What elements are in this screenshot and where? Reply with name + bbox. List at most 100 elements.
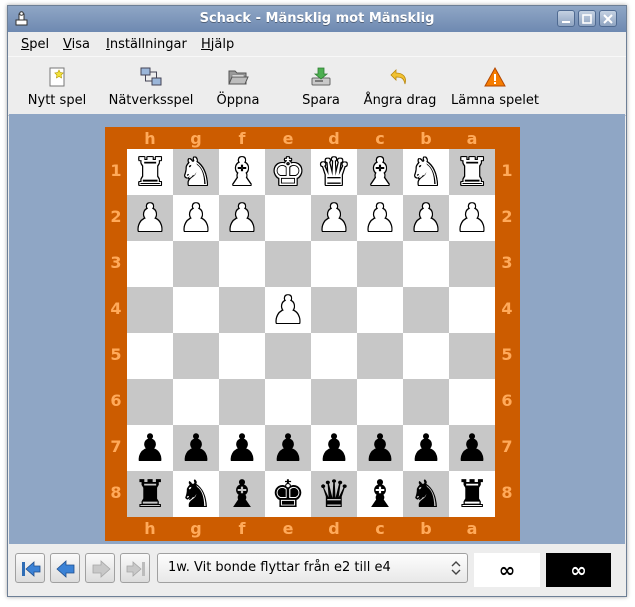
- board-square-h3[interactable]: [127, 241, 173, 287]
- board-square-c5[interactable]: [357, 333, 403, 379]
- white-knight-icon[interactable]: ♞: [403, 149, 449, 195]
- white-pawn-icon[interactable]: ♟: [449, 195, 495, 241]
- last-move-button[interactable]: [120, 553, 150, 583]
- network-game-button[interactable]: Nätverksspel: [104, 57, 198, 115]
- white-pawn-icon[interactable]: ♟: [173, 195, 219, 241]
- black-pawn-icon[interactable]: ♟: [311, 425, 357, 471]
- white-queen-icon[interactable]: ♛: [311, 149, 357, 195]
- menu-installningar[interactable]: Inställningar: [106, 37, 187, 52]
- black-pawn-icon[interactable]: ♟: [357, 425, 403, 471]
- next-move-button[interactable]: [85, 553, 115, 583]
- new-game-button[interactable]: Nytt spel: [20, 57, 94, 115]
- black-rook-icon[interactable]: ♜: [449, 471, 495, 517]
- chess-board[interactable]: h h g g f f e e d d c c b b a a 1 1 2 2 3 3 4 4 5 5 6 6 7 7 8 8 ♜ ♞ ♝ ♚ ♛ ♝ ♞ ♜…: [105, 127, 520, 541]
- menu-spel[interactable]: Spel: [21, 37, 49, 52]
- board-square-d5[interactable]: [311, 333, 357, 379]
- black-pawn-icon[interactable]: ♟: [173, 425, 219, 471]
- file-label-bottom: g: [190, 519, 202, 538]
- rank-label-right: 7: [501, 437, 513, 456]
- board-square-b3[interactable]: [403, 241, 449, 287]
- board-square-g6[interactable]: [173, 379, 219, 425]
- board-square-f6[interactable]: [219, 379, 265, 425]
- black-pawn-icon[interactable]: ♟: [265, 425, 311, 471]
- menu-visa[interactable]: Visa: [63, 37, 90, 52]
- board-square-h5[interactable]: [127, 333, 173, 379]
- rank-label-right: 5: [501, 345, 513, 364]
- board-square-d3[interactable]: [311, 241, 357, 287]
- black-pawn-icon[interactable]: ♟: [449, 425, 495, 471]
- file-label-top: e: [282, 129, 294, 148]
- white-knight-icon[interactable]: ♞: [173, 149, 219, 195]
- close-button[interactable]: [599, 10, 617, 27]
- board-square-f4[interactable]: [219, 287, 265, 333]
- board-square-f5[interactable]: [219, 333, 265, 379]
- white-pawn-icon[interactable]: ♟: [357, 195, 403, 241]
- board-square-e6[interactable]: [265, 379, 311, 425]
- board-square-g5[interactable]: [173, 333, 219, 379]
- white-pawn-icon[interactable]: ♟: [127, 195, 173, 241]
- board-square-b4[interactable]: [403, 287, 449, 333]
- board-square-e5[interactable]: [265, 333, 311, 379]
- board-square-g4[interactable]: [173, 287, 219, 333]
- black-bishop-icon[interactable]: ♝: [357, 471, 403, 517]
- rank-label-right: 6: [501, 391, 513, 410]
- black-knight-icon[interactable]: ♞: [403, 471, 449, 517]
- black-pawn-icon[interactable]: ♟: [403, 425, 449, 471]
- board-square-d6[interactable]: [311, 379, 357, 425]
- menu-bar: Spel Visa Inställningar Hjälp: [8, 32, 626, 56]
- menu-hjalp[interactable]: Hjälp: [201, 37, 234, 52]
- rank-label-left: 6: [110, 391, 122, 410]
- board-square-b5[interactable]: [403, 333, 449, 379]
- black-knight-icon[interactable]: ♞: [173, 471, 219, 517]
- file-label-bottom: c: [375, 519, 385, 538]
- board-square-d4[interactable]: [311, 287, 357, 333]
- black-bishop-icon[interactable]: ♝: [219, 471, 265, 517]
- maximize-button[interactable]: [578, 10, 596, 27]
- rank-label-right: 8: [501, 483, 513, 502]
- chevron-updown-icon: [451, 561, 461, 575]
- title-bar[interactable]: Schack - Mänsklig mot Mänsklig: [8, 6, 626, 32]
- white-bishop-icon[interactable]: ♝: [219, 149, 265, 195]
- white-bishop-icon[interactable]: ♝: [357, 149, 403, 195]
- white-pawn-icon[interactable]: ♟: [219, 195, 265, 241]
- main-window: Schack - Mänsklig mot Mänsklig Spel Visa…: [7, 5, 627, 597]
- file-label-bottom: f: [238, 519, 246, 538]
- resign-button[interactable]: Lämna spelet: [448, 57, 542, 115]
- board-square-a4[interactable]: [449, 287, 495, 333]
- white-king-icon[interactable]: ♚: [265, 149, 311, 195]
- warning-icon: [484, 66, 506, 87]
- board-square-a3[interactable]: [449, 241, 495, 287]
- board-square-a6[interactable]: [449, 379, 495, 425]
- white-pawn-icon[interactable]: ♟: [403, 195, 449, 241]
- rank-label-right: 2: [501, 207, 513, 226]
- move-history-select[interactable]: 1w. Vit bonde flyttar från e2 till e4: [157, 553, 468, 583]
- black-pawn-icon[interactable]: ♟: [219, 425, 265, 471]
- white-pawn-icon[interactable]: ♟: [265, 287, 311, 333]
- board-square-e2[interactable]: [265, 195, 311, 241]
- board-square-c4[interactable]: [357, 287, 403, 333]
- black-queen-icon[interactable]: ♛: [311, 471, 357, 517]
- previous-move-button[interactable]: [50, 553, 80, 583]
- board-square-c6[interactable]: [357, 379, 403, 425]
- board-square-e3[interactable]: [265, 241, 311, 287]
- white-rook-icon[interactable]: ♜: [449, 149, 495, 195]
- file-label-bottom: e: [282, 519, 294, 538]
- board-square-a5[interactable]: [449, 333, 495, 379]
- board-square-h4[interactable]: [127, 287, 173, 333]
- minimize-button[interactable]: [557, 10, 575, 27]
- window-title: Schack - Mänsklig mot Mänsklig: [199, 11, 435, 26]
- first-move-button[interactable]: [15, 553, 45, 583]
- undo-button[interactable]: Ångra drag: [360, 57, 440, 115]
- board-square-c3[interactable]: [357, 241, 403, 287]
- white-rook-icon[interactable]: ♜: [127, 149, 173, 195]
- black-pawn-icon[interactable]: ♟: [127, 425, 173, 471]
- board-square-h6[interactable]: [127, 379, 173, 425]
- save-button[interactable]: Spara: [293, 57, 349, 115]
- board-square-b6[interactable]: [403, 379, 449, 425]
- black-king-icon[interactable]: ♚: [265, 471, 311, 517]
- board-square-f3[interactable]: [219, 241, 265, 287]
- white-pawn-icon[interactable]: ♟: [311, 195, 357, 241]
- open-button[interactable]: Öppna: [208, 57, 268, 115]
- board-square-g3[interactable]: [173, 241, 219, 287]
- black-rook-icon[interactable]: ♜: [127, 471, 173, 517]
